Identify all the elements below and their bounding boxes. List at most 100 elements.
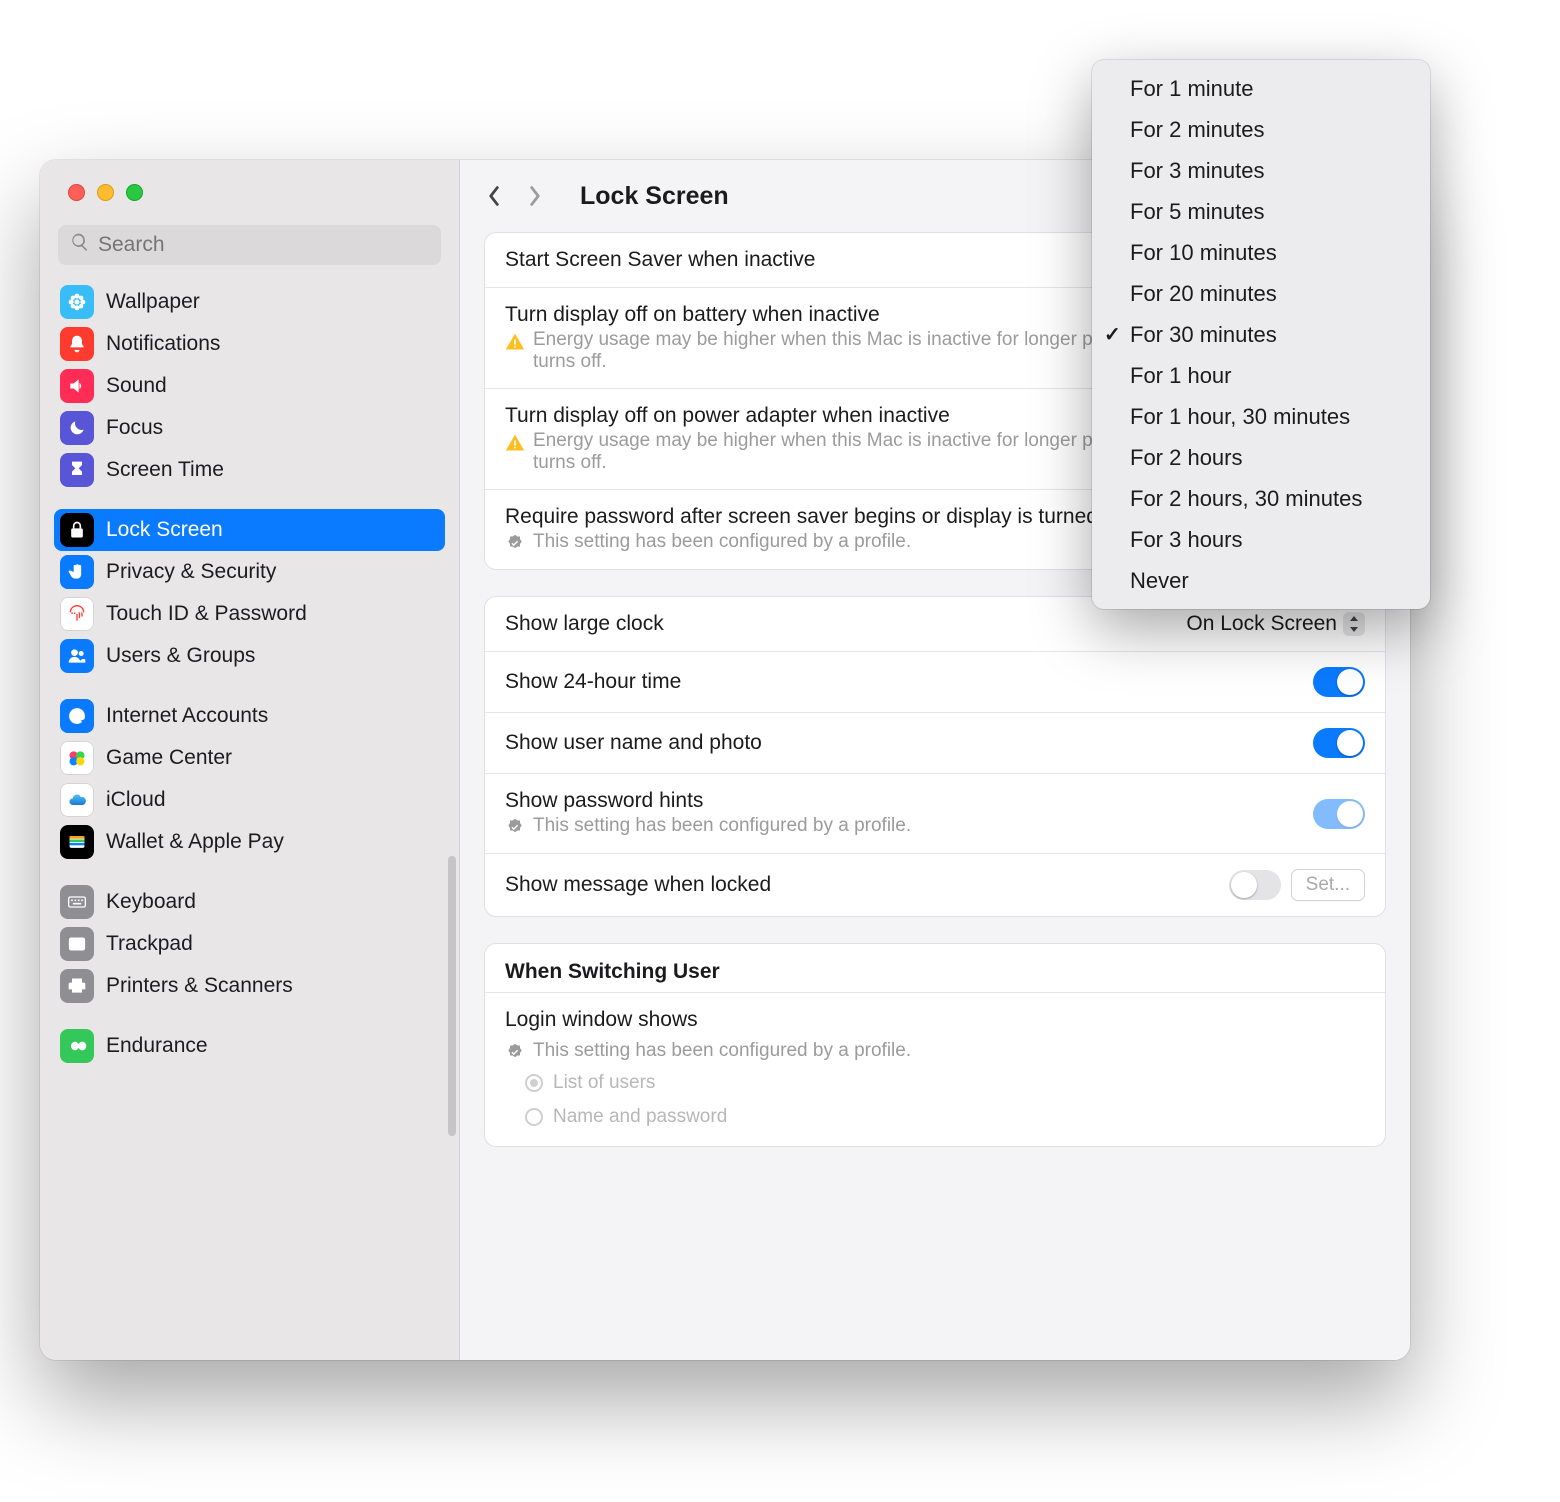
duration-dropdown[interactable]: For 1 minuteFor 2 minutesFor 3 minutesFo…: [1092, 60, 1430, 609]
dropdown-item[interactable]: Never: [1092, 560, 1430, 601]
search-field[interactable]: [58, 225, 441, 265]
dropdown-item[interactable]: For 10 minutes: [1092, 232, 1430, 273]
section-heading: When Switching User: [485, 944, 1385, 992]
profile-badge-icon: [505, 818, 525, 838]
printer-icon: [60, 969, 94, 1003]
sidebar-item-notifications[interactable]: Notifications: [54, 323, 445, 365]
dropdown-item[interactable]: For 1 minute: [1092, 68, 1430, 109]
row-title: Login window shows: [505, 1008, 1365, 1032]
sidebar-item-label: Privacy & Security: [106, 560, 276, 584]
sidebar-item-game-center[interactable]: Game Center: [54, 737, 445, 779]
radio-icon: [525, 1108, 543, 1126]
panel-switching-user: When Switching User Login window shows T…: [484, 943, 1386, 1147]
warning-icon: [505, 332, 525, 352]
sidebar-item-label: Printers & Scanners: [106, 974, 293, 998]
dropdown-item[interactable]: For 3 hours: [1092, 519, 1430, 560]
panel-display-options: Show large clock On Lock Screen Show 24-…: [484, 596, 1386, 917]
sidebar-item-printers-scanners[interactable]: Printers & Scanners: [54, 965, 445, 1007]
forward-button[interactable]: [524, 182, 544, 210]
sidebar-item-label: iCloud: [106, 788, 166, 812]
select-value: On Lock Screen: [1186, 612, 1337, 636]
row-title: Show message when locked: [505, 873, 1205, 897]
keyboard-icon: [60, 885, 94, 919]
sidebar-item-focus[interactable]: Focus: [54, 407, 445, 449]
toggle-24hour[interactable]: [1313, 667, 1365, 697]
row-24hour-time: Show 24-hour time: [485, 651, 1385, 712]
toggle-message-locked[interactable]: [1229, 870, 1281, 900]
speaker-icon: [60, 369, 94, 403]
sidebar-item-label: Notifications: [106, 332, 220, 356]
row-desc: This setting has been configured by a pr…: [533, 531, 911, 553]
close-window-button[interactable]: [68, 184, 85, 201]
chevron-updown-icon: [1343, 612, 1365, 636]
row-title: Show 24-hour time: [505, 670, 1289, 694]
moon-icon: [60, 411, 94, 445]
sidebar-scrollbar[interactable]: [448, 856, 456, 1136]
sidebar-item-wallet-apple-pay[interactable]: Wallet & Apple Pay: [54, 821, 445, 863]
sidebar-item-keyboard[interactable]: Keyboard: [54, 881, 445, 923]
dropdown-item[interactable]: For 2 hours, 30 minutes: [1092, 478, 1430, 519]
large-clock-select[interactable]: On Lock Screen: [1186, 612, 1365, 636]
dropdown-item[interactable]: For 5 minutes: [1092, 191, 1430, 232]
sidebar-item-label: Internet Accounts: [106, 704, 268, 728]
back-button[interactable]: [484, 182, 504, 210]
radio-name-password: Name and password: [505, 1103, 1365, 1131]
sidebar-item-label: Lock Screen: [106, 518, 223, 542]
minimize-window-button[interactable]: [97, 184, 114, 201]
sidebar-item-label: Wallet & Apple Pay: [106, 830, 284, 854]
sidebar-nav: Wallpaper Notifications Sound Focus Screen T…: [40, 277, 459, 1360]
hand-icon: [60, 555, 94, 589]
dropdown-item[interactable]: For 3 minutes: [1092, 150, 1430, 191]
gamecenter-icon: [60, 741, 94, 775]
dropdown-item[interactable]: For 2 hours: [1092, 437, 1430, 478]
sidebar-item-internet-accounts[interactable]: Internet Accounts: [54, 695, 445, 737]
sidebar-item-lock-screen[interactable]: Lock Screen: [54, 509, 445, 551]
hourglass-icon: [60, 453, 94, 487]
dropdown-item[interactable]: For 1 hour, 30 minutes: [1092, 396, 1430, 437]
search-icon: [70, 232, 90, 258]
sidebar-item-label: Endurance: [106, 1034, 208, 1058]
toggle-name-photo[interactable]: [1313, 728, 1365, 758]
traffic-lights: [40, 160, 459, 219]
row-desc: This setting has been configured by a pr…: [533, 815, 911, 837]
sidebar-item-label: Trackpad: [106, 932, 193, 956]
users-icon: [60, 639, 94, 673]
search-input[interactable]: [98, 233, 429, 257]
sidebar-item-screen-time[interactable]: Screen Time: [54, 449, 445, 491]
row-message-locked: Show message when locked Set...: [485, 853, 1385, 916]
sidebar-item-label: Touch ID & Password: [106, 602, 307, 626]
row-title: Show password hints: [505, 789, 1289, 813]
profile-badge-icon: [505, 1043, 525, 1063]
toggle-password-hints: [1313, 799, 1365, 829]
sidebar-item-wallpaper[interactable]: Wallpaper: [54, 281, 445, 323]
sidebar-item-label: Wallpaper: [106, 290, 200, 314]
sidebar-item-privacy-security[interactable]: Privacy & Security: [54, 551, 445, 593]
sidebar-item-endurance[interactable]: Endurance: [54, 1025, 445, 1067]
zoom-window-button[interactable]: [126, 184, 143, 201]
sidebar-item-sound[interactable]: Sound: [54, 365, 445, 407]
row-desc: This setting has been configured by a pr…: [533, 1040, 911, 1062]
sidebar: Wallpaper Notifications Sound Focus Screen T…: [40, 160, 460, 1360]
row-title: Show user name and photo: [505, 731, 1289, 755]
set-message-button[interactable]: Set...: [1291, 869, 1365, 901]
dropdown-item[interactable]: For 30 minutes: [1092, 314, 1430, 355]
page-title: Lock Screen: [580, 182, 729, 211]
sidebar-item-touch-id-password[interactable]: Touch ID & Password: [54, 593, 445, 635]
at-icon: [60, 699, 94, 733]
dropdown-item[interactable]: For 20 minutes: [1092, 273, 1430, 314]
row-password-hints: Show password hints This setting has bee…: [485, 773, 1385, 853]
sidebar-item-label: Game Center: [106, 746, 232, 770]
sidebar-item-label: Screen Time: [106, 458, 224, 482]
sidebar-item-label: Focus: [106, 416, 163, 440]
sidebar-item-users-groups[interactable]: Users & Groups: [54, 635, 445, 677]
sidebar-item-trackpad[interactable]: Trackpad: [54, 923, 445, 965]
radio-label: Name and password: [553, 1106, 727, 1128]
radio-icon: [525, 1074, 543, 1092]
flower-icon: [60, 285, 94, 319]
sidebar-item-label: Users & Groups: [106, 644, 255, 668]
dropdown-item[interactable]: For 2 minutes: [1092, 109, 1430, 150]
sidebar-item-icloud[interactable]: iCloud: [54, 779, 445, 821]
dropdown-item[interactable]: For 1 hour: [1092, 355, 1430, 396]
profile-badge-icon: [505, 534, 525, 554]
radio-list-of-users: List of users: [505, 1069, 1365, 1097]
